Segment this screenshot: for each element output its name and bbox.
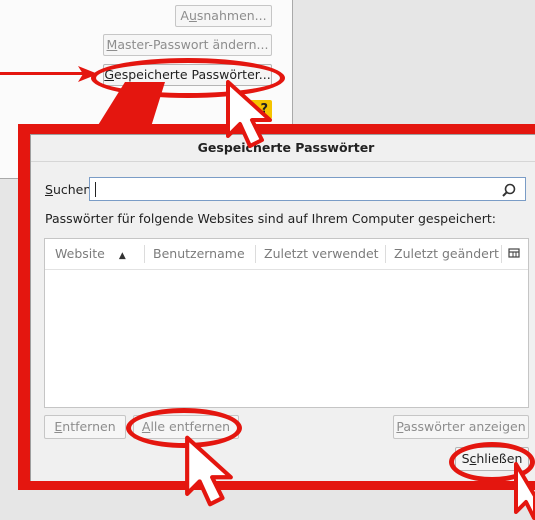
info-text: Passwörter für folgende Websites sind au… [45, 211, 496, 226]
column-last-used-label: Zuletzt verwendet [264, 246, 379, 261]
cursor-icon [226, 80, 272, 148]
column-username-label: Benutzername [153, 246, 245, 261]
text-caret [95, 182, 96, 197]
remove-label-rest: ntfernen [62, 419, 116, 434]
passwords-table[interactable]: Website ▲ Benutzername Zuletzt verwendet… [44, 238, 529, 408]
column-header-last-changed[interactable]: Zuletzt geändert [394, 239, 499, 269]
exceptions-label-acc: u [188, 8, 197, 23]
cursor-icon [514, 462, 535, 520]
show-passwords-label-rest: asswörter anzeigen [403, 419, 526, 434]
exceptions-button[interactable]: Ausnahmen... [175, 5, 272, 27]
column-header-website[interactable]: Website ▲ [55, 239, 126, 269]
sort-ascending-icon: ▲ [118, 251, 126, 261]
column-last-changed-label: Zuletzt geändert [394, 246, 499, 261]
annotation-arrow-line [0, 72, 86, 75]
master-label-acc: M [106, 37, 118, 52]
master-label-rest: aster-Passwort ändern... [117, 37, 269, 52]
column-separator[interactable] [385, 245, 386, 263]
search-label: Suchen: [45, 182, 95, 197]
annotation-callout-connector [95, 82, 165, 130]
saved-passwords-dialog: Gespeicherte Passwörter Suchen: Passwört… [30, 134, 535, 481]
search-label-acc: S [45, 182, 53, 197]
exceptions-label-rest: snahmen... [196, 8, 267, 23]
exceptions-label-a: A [180, 8, 189, 23]
column-header-username[interactable]: Benutzername [153, 239, 245, 269]
column-separator[interactable] [501, 245, 502, 263]
search-input[interactable] [89, 177, 526, 201]
cursor-icon [185, 435, 233, 507]
table-header: Website ▲ Benutzername Zuletzt verwendet… [45, 239, 528, 270]
column-picker-icon[interactable] [508, 248, 520, 260]
column-separator[interactable] [144, 245, 145, 263]
search-icon[interactable] [501, 182, 517, 198]
dialog-title: Gespeicherte Passwörter [31, 135, 535, 162]
show-passwords-button[interactable]: Passwörter anzeigen [393, 415, 529, 439]
master-password-button[interactable]: Master-Passwort ändern... [103, 34, 272, 56]
remove-button[interactable]: Entfernen [44, 415, 126, 439]
column-header-last-used[interactable]: Zuletzt verwendet [264, 239, 379, 269]
column-separator[interactable] [255, 245, 256, 263]
column-website-label: Website [55, 246, 105, 261]
